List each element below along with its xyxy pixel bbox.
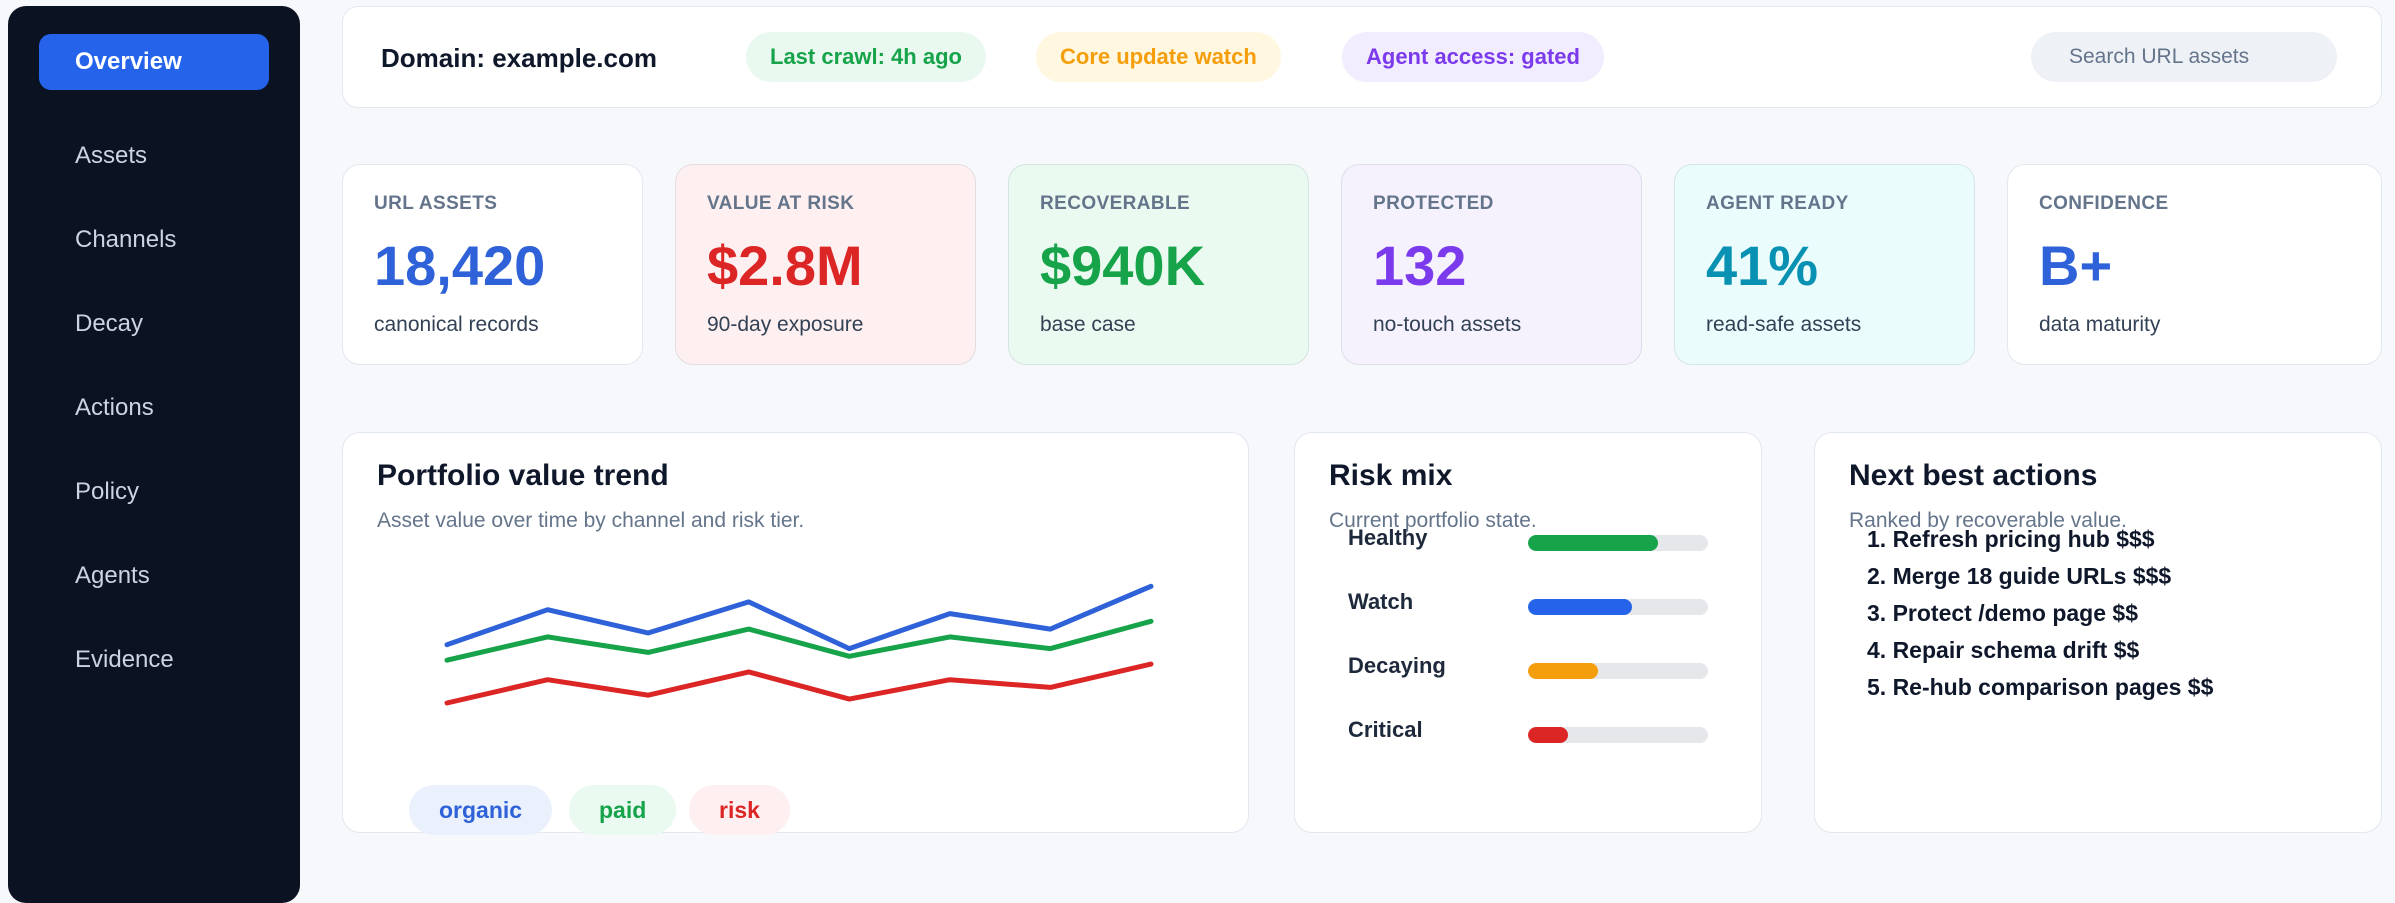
kpi-subtitle: data maturity: [2039, 313, 2161, 336]
kpi-value: B+: [2039, 234, 2113, 297]
risk-label: Healthy: [1348, 525, 1428, 550]
core-update-badge: Core update watch: [1036, 32, 1281, 82]
kpi-card-url-assets: URL ASSETS 18,420 canonical records: [342, 164, 643, 365]
risk-bar-track: [1528, 727, 1708, 743]
trend-chart: [444, 583, 1154, 706]
risk-bar-track: [1528, 663, 1708, 679]
kpi-label: CONFIDENCE: [2039, 193, 2169, 214]
risk-label: Critical: [1348, 717, 1423, 742]
kpi-subtitle: canonical records: [374, 313, 539, 336]
search-input[interactable]: [2031, 32, 2337, 82]
risk-mix-card: Risk mix Current portfolio state. Health…: [1294, 432, 1762, 833]
risk-bar-track: [1528, 599, 1708, 615]
kpi-label: AGENT READY: [1706, 193, 1849, 214]
kpi-label: VALUE AT RISK: [707, 193, 855, 214]
risk-bar-fill: [1528, 599, 1633, 615]
kpi-value: 132: [1373, 234, 1467, 297]
sidebar-item-evidence[interactable]: Evidence: [39, 632, 269, 688]
legend-risk[interactable]: risk: [689, 785, 790, 835]
kpi-value: 18,420: [374, 234, 546, 297]
risk-bar-fill: [1528, 663, 1599, 679]
sidebar-item-policy[interactable]: Policy: [39, 464, 269, 520]
kpi-label: RECOVERABLE: [1040, 193, 1191, 214]
sidebar-item-agents[interactable]: Agents: [39, 548, 269, 604]
legend-paid[interactable]: paid: [569, 785, 677, 835]
sidebar-item-overview[interactable]: Overview: [39, 34, 269, 90]
kpi-card-protected: PROTECTED 132 no-touch assets: [1341, 164, 1642, 365]
sidebar-item-channels[interactable]: Channels: [39, 212, 269, 268]
kpi-subtitle: base case: [1040, 313, 1136, 336]
sidebar-item-assets[interactable]: Assets: [39, 128, 269, 184]
risk-row-decaying: Decaying: [1348, 653, 1748, 683]
kpi-card-recoverable: RECOVERABLE $940K base case: [1008, 164, 1309, 365]
trend-card: Portfolio value trend Asset value over t…: [342, 432, 1249, 835]
kpi-value: $940K: [1040, 234, 1206, 297]
sidebar-item-decay[interactable]: Decay: [39, 296, 269, 352]
kpi-value: $2.8M: [707, 234, 863, 297]
kpi-subtitle: 90-day exposure: [707, 313, 864, 336]
kpi-card-value-at-risk: VALUE AT RISK $2.8M 90-day exposure: [675, 164, 976, 365]
legend-organic[interactable]: organic: [409, 785, 553, 835]
risk-label: Decaying: [1348, 653, 1446, 678]
risk-label: Watch: [1348, 589, 1414, 614]
actions-list: 1. Refresh pricing hub $$$ 2. Merge 18 g…: [1867, 521, 2213, 706]
sidebar-item-actions[interactable]: Actions: [39, 380, 269, 436]
kpi-subtitle: no-touch assets: [1373, 313, 1522, 336]
last-crawl-badge: Last crawl: 4h ago: [746, 32, 986, 82]
kpi-card-agent-ready: AGENT READY 41% read-safe assets: [1674, 164, 1975, 365]
kpi-subtitle: read-safe assets: [1706, 313, 1862, 336]
top-bar: Domain: example.com Last crawl: 4h ago C…: [342, 6, 2382, 108]
domain-label: Domain: example.com: [381, 43, 657, 73]
action-item[interactable]: 2. Merge 18 guide URLs $$$: [1867, 558, 2213, 595]
agent-access-badge: Agent access: gated: [1342, 32, 1604, 82]
kpi-label: PROTECTED: [1373, 193, 1494, 214]
risk-bar-track: [1528, 535, 1708, 551]
kpi-card-confidence: CONFIDENCE B+ data maturity: [2007, 164, 2382, 365]
actions-title: Next best actions: [1849, 459, 2098, 492]
series-line-risk: [444, 661, 1154, 706]
action-item[interactable]: 5. Re-hub comparison pages $$: [1867, 669, 2213, 706]
kpi-value: 41%: [1706, 234, 1819, 297]
action-item[interactable]: 4. Repair schema drift $$: [1867, 632, 2213, 669]
sidebar: Overview Assets Channels Decay Actions P…: [8, 6, 300, 903]
risk-row-critical: Critical: [1348, 717, 1748, 747]
action-item[interactable]: 3. Protect /demo page $$: [1867, 595, 2213, 632]
risk-row-watch: Watch: [1348, 589, 1748, 619]
action-item[interactable]: 1. Refresh pricing hub $$$: [1867, 521, 2213, 558]
risk-row-healthy: Healthy: [1348, 525, 1748, 555]
risk-bar-fill: [1528, 727, 1568, 743]
actions-card: Next best actions Ranked by recoverable …: [1814, 432, 2382, 833]
risk-mix-title: Risk mix: [1329, 459, 1453, 492]
risk-bar-fill: [1528, 535, 1658, 551]
kpi-label: URL ASSETS: [374, 193, 498, 214]
